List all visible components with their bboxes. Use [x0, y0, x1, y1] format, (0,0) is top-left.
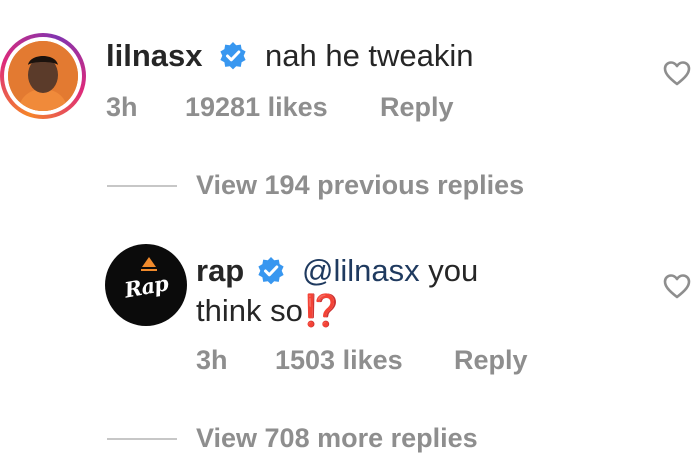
comment1-time: 3h — [106, 92, 138, 122]
mention-link[interactable]: @lilnasx — [302, 253, 420, 288]
comment1-likes[interactable]: 19281 likes — [185, 92, 328, 123]
comment2-likes[interactable]: 1503 likes — [275, 345, 403, 376]
comment2-text: think so — [196, 293, 303, 328]
comment1-heart-icon[interactable] — [662, 58, 692, 93]
verified-badge-icon — [218, 41, 248, 76]
avatar[interactable]: Rap — [105, 244, 187, 326]
comment2-time: 3h — [196, 345, 228, 375]
replies-divider — [107, 185, 177, 187]
view-previous-replies-button[interactable]: View 194 previous replies — [196, 170, 524, 201]
crown-icon — [141, 257, 157, 271]
comment1-reply-button[interactable]: Reply — [380, 92, 454, 123]
replies-divider — [107, 438, 177, 440]
avatar-story-ring[interactable] — [0, 33, 86, 119]
comment1-text: nah he tweakin — [265, 38, 474, 73]
avatar — [8, 41, 78, 111]
exclamation-question-emoji: ⁉️ — [302, 293, 342, 328]
comment2-heart-icon[interactable] — [662, 271, 692, 306]
comment2-reply-button[interactable]: Reply — [454, 345, 528, 376]
comment2-text-line1: @lilnasx you — [302, 253, 478, 289]
comment2-username[interactable]: rap — [196, 253, 244, 289]
profile-photo-icon — [8, 41, 78, 111]
verified-badge-icon — [256, 256, 286, 291]
rap-logo-icon: Rap — [122, 270, 170, 303]
comment1-username[interactable]: lilnasx — [106, 38, 203, 74]
view-more-replies-button[interactable]: View 708 more replies — [196, 423, 478, 454]
comment2-text-rest: you — [419, 253, 479, 288]
comment2-text-line2: think so⁉️ — [196, 292, 341, 329]
